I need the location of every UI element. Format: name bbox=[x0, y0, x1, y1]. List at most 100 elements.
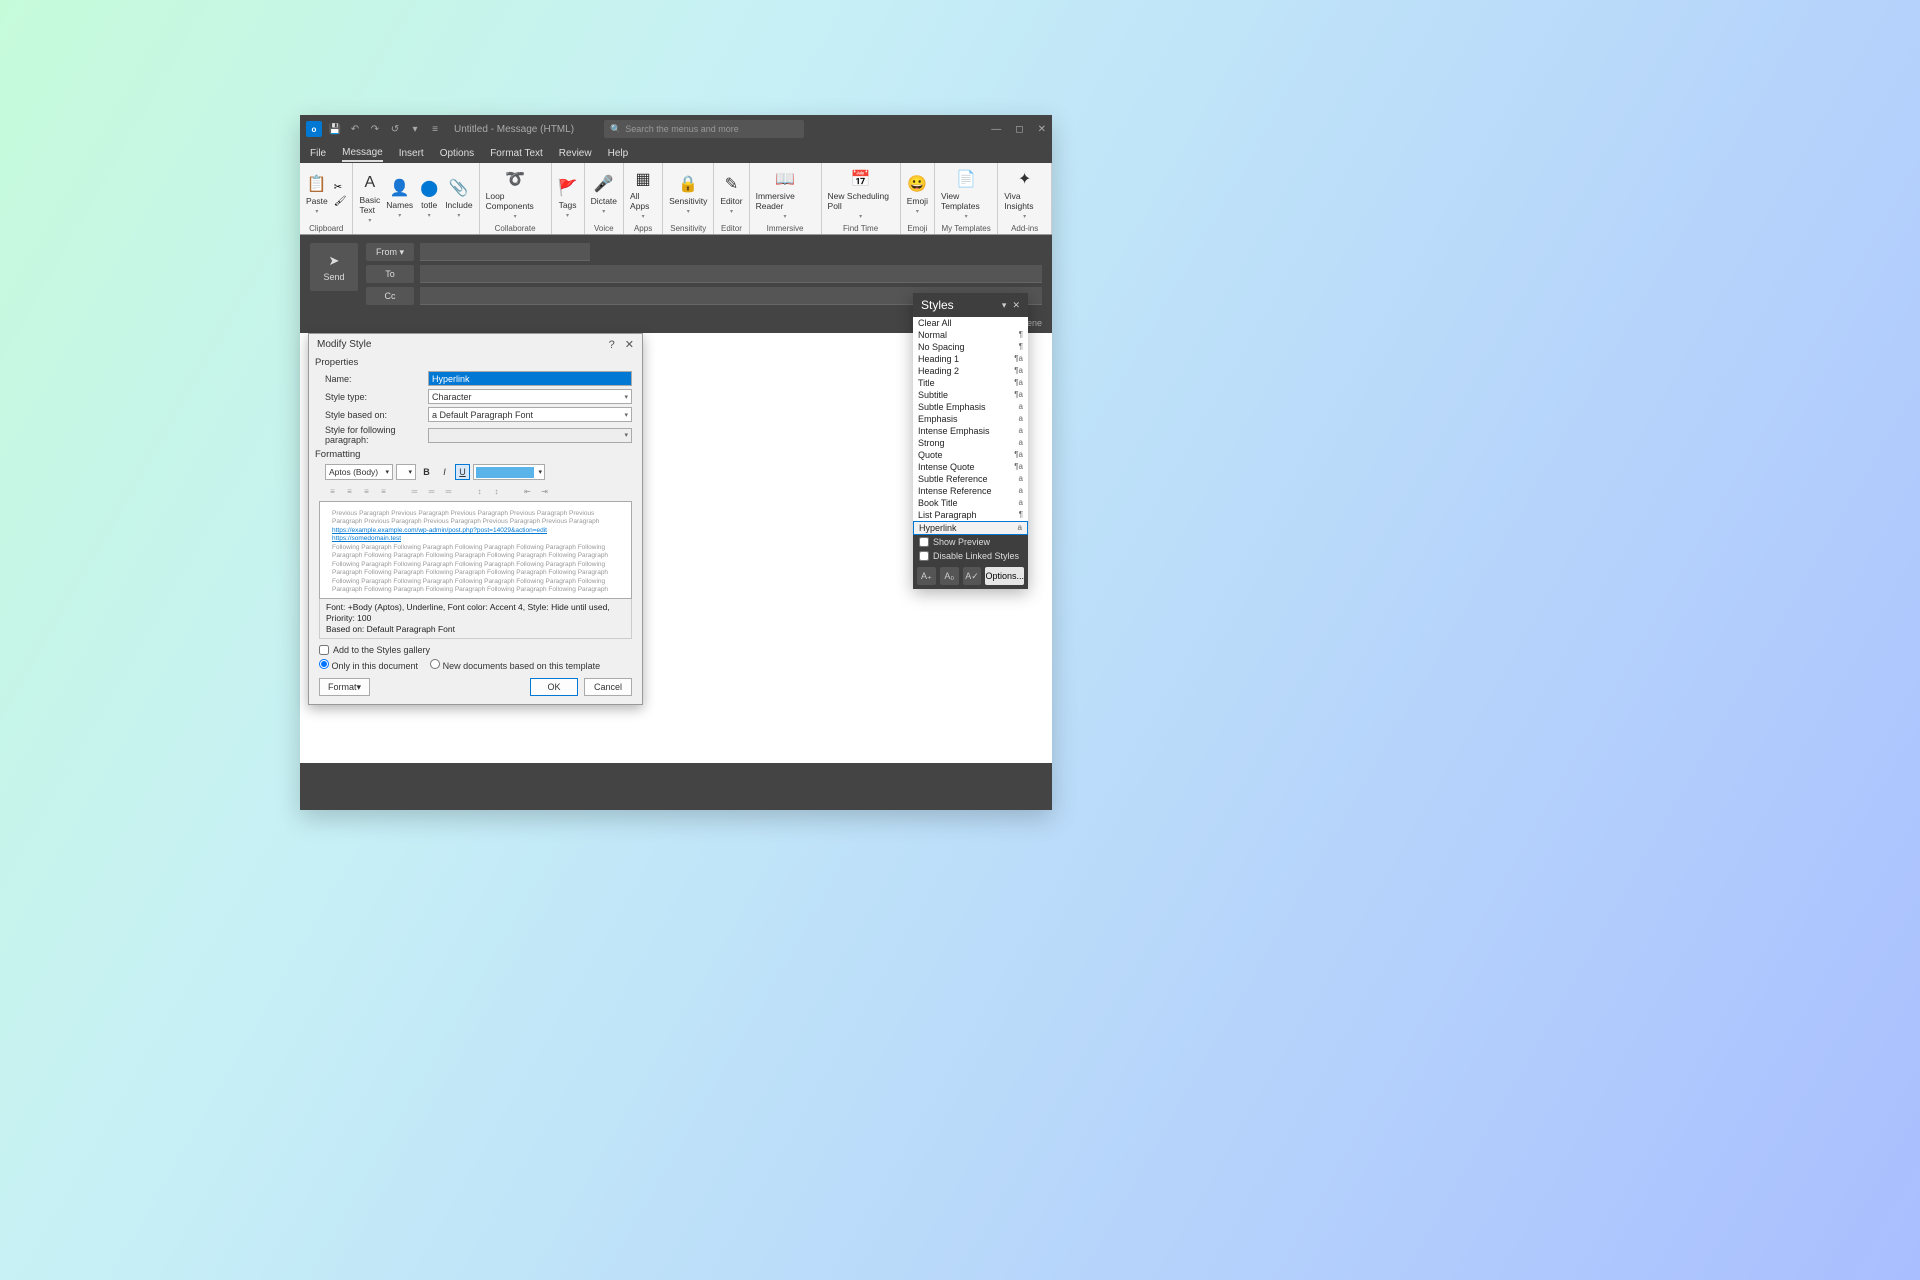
dialog-close-button[interactable]: ✕ bbox=[625, 338, 634, 351]
options-button[interactable]: Options... bbox=[985, 567, 1024, 585]
ribbon-editor[interactable]: ✎Editor▾ bbox=[720, 174, 742, 215]
space-before-button[interactable]: ↕ bbox=[472, 484, 487, 498]
font-select[interactable]: Aptos (Body)▾ bbox=[325, 464, 393, 480]
bold-button[interactable]: B bbox=[419, 464, 434, 480]
style-item-list-paragraph[interactable]: List Paragraph¶ bbox=[913, 509, 1028, 521]
underline-button[interactable]: U bbox=[455, 464, 470, 480]
manage-styles-button[interactable]: A✓ bbox=[963, 567, 982, 585]
spacing-1.5-button[interactable]: ═ bbox=[424, 484, 439, 498]
tab-file[interactable]: File bbox=[310, 146, 326, 161]
close-button[interactable]: ✕ bbox=[1038, 124, 1046, 135]
style-type-select[interactable]: Character▾ bbox=[428, 389, 632, 404]
dropdown-icon[interactable]: ▾ bbox=[408, 122, 422, 136]
format-button[interactable]: Format ▾ bbox=[319, 678, 370, 696]
ribbon-sensitivity[interactable]: 🔒Sensitivity▾ bbox=[669, 174, 707, 215]
properties-section-label: Properties bbox=[309, 355, 642, 370]
style-item-hyperlink[interactable]: Hyperlinka bbox=[913, 521, 1028, 535]
style-item-title[interactable]: Title¶a bbox=[913, 377, 1028, 389]
ribbon-basic-text[interactable]: ABasic Text▾ bbox=[359, 173, 380, 224]
chevron-down-icon[interactable]: ▾ bbox=[1002, 300, 1007, 311]
style-item-no-spacing[interactable]: No Spacing¶ bbox=[913, 341, 1028, 353]
style-item-heading-2[interactable]: Heading 2¶a bbox=[913, 365, 1028, 377]
ribbon-dictate[interactable]: 🎤Dictate▾ bbox=[591, 174, 617, 215]
from-input[interactable] bbox=[420, 243, 590, 261]
from-button[interactable]: From ▾ bbox=[366, 243, 414, 261]
style-item-subtle-reference[interactable]: Subtle Referencea bbox=[913, 473, 1028, 485]
name-input[interactable]: Hyperlink bbox=[428, 371, 632, 386]
align-left-button[interactable]: ≡ bbox=[325, 484, 340, 498]
style-item-subtitle[interactable]: Subtitle¶a bbox=[913, 389, 1028, 401]
style-item-clear-all[interactable]: Clear All bbox=[913, 317, 1028, 329]
ribbon-side-button[interactable]: 🖌 bbox=[334, 196, 347, 207]
style-item-heading-1[interactable]: Heading 1¶a bbox=[913, 353, 1028, 365]
based-on-select[interactable]: a Default Paragraph Font▾ bbox=[428, 407, 632, 422]
align-right-button[interactable]: ≡ bbox=[359, 484, 374, 498]
only-in-document-radio[interactable]: Only in this document bbox=[319, 659, 418, 671]
ribbon-search[interactable]: 🔍 Search the menus and more bbox=[604, 120, 804, 138]
ribbon-emoji[interactable]: 😀Emoji▾ bbox=[907, 174, 928, 215]
space-after-button[interactable]: ↕ bbox=[489, 484, 504, 498]
redo-icon[interactable]: ↷ bbox=[368, 122, 382, 136]
ribbon-loop-components[interactable]: ➰Loop Components▾ bbox=[486, 169, 545, 220]
ribbon-all-apps[interactable]: ▦All Apps▾ bbox=[630, 169, 656, 220]
ribbon-new-scheduling-poll[interactable]: 📅New Scheduling Poll▾ bbox=[828, 169, 894, 220]
styles-pane: Styles ▾ ✕ Clear AllNormal¶No Spacing¶He… bbox=[913, 293, 1028, 589]
close-icon[interactable]: ✕ bbox=[1012, 300, 1020, 311]
tab-review[interactable]: Review bbox=[559, 146, 592, 161]
add-to-gallery-checkbox[interactable]: Add to the Styles gallery bbox=[319, 645, 632, 655]
decrease-indent-button[interactable]: ⇤ bbox=[520, 484, 535, 498]
cancel-button[interactable]: Cancel bbox=[584, 678, 632, 696]
search-icon: 🔍 bbox=[610, 124, 621, 135]
spacing-2-button[interactable]: ═ bbox=[441, 484, 456, 498]
font-size-select[interactable]: ▾ bbox=[396, 464, 416, 480]
ribbon-side-button[interactable]: ✂ bbox=[334, 182, 347, 193]
tab-options[interactable]: Options bbox=[440, 146, 474, 161]
maximize-button[interactable]: ◻ bbox=[1015, 124, 1023, 135]
style-item-emphasis[interactable]: Emphasisa bbox=[913, 413, 1028, 425]
tab-help[interactable]: Help bbox=[608, 146, 629, 161]
tab-message[interactable]: Message bbox=[342, 145, 383, 162]
to-input[interactable] bbox=[420, 265, 1042, 283]
style-inspector-button[interactable]: A₀ bbox=[940, 567, 959, 585]
ribbon-viva-insights[interactable]: ✦Viva Insights▾ bbox=[1004, 169, 1045, 220]
tab-format-text[interactable]: Format Text bbox=[490, 146, 543, 161]
style-item-intense-quote[interactable]: Intense Quote¶a bbox=[913, 461, 1028, 473]
style-item-quote[interactable]: Quote¶a bbox=[913, 449, 1028, 461]
ribbon-include[interactable]: 📎Include▾ bbox=[445, 178, 472, 219]
cc-button[interactable]: Cc bbox=[366, 287, 414, 305]
style-item-intense-reference[interactable]: Intense Referencea bbox=[913, 485, 1028, 497]
ribbon-paste[interactable]: 📋Paste▾ bbox=[306, 174, 328, 215]
ribbon-immersive-reader[interactable]: 📖Immersive Reader▾ bbox=[756, 169, 815, 220]
new-documents-radio[interactable]: New documents based on this template bbox=[430, 659, 600, 671]
style-item-subtle-emphasis[interactable]: Subtle Emphasisa bbox=[913, 401, 1028, 413]
help-button[interactable]: ? bbox=[609, 339, 615, 351]
disable-linked-checkbox[interactable]: Disable Linked Styles bbox=[913, 549, 1028, 563]
minimize-button[interactable]: — bbox=[991, 124, 1001, 135]
style-item-book-title[interactable]: Book Titlea bbox=[913, 497, 1028, 509]
customize-icon[interactable]: ≡ bbox=[428, 122, 442, 136]
following-select[interactable]: ▾ bbox=[428, 428, 632, 443]
style-item-strong[interactable]: Stronga bbox=[913, 437, 1028, 449]
send-button[interactable]: ➤ Send bbox=[310, 243, 358, 291]
ribbon-view-templates[interactable]: 📄View Templates▾ bbox=[941, 169, 991, 220]
align-justify-button[interactable]: ≡ bbox=[376, 484, 391, 498]
spacing-1-button[interactable]: ═ bbox=[407, 484, 422, 498]
style-item-normal[interactable]: Normal¶ bbox=[913, 329, 1028, 341]
tab-insert[interactable]: Insert bbox=[399, 146, 424, 161]
to-button[interactable]: To bbox=[366, 265, 414, 283]
show-preview-checkbox[interactable]: Show Preview bbox=[913, 535, 1028, 549]
new-style-button[interactable]: A₊ bbox=[917, 567, 936, 585]
italic-button[interactable]: I bbox=[437, 464, 452, 480]
ribbon-totle[interactable]: ⬤totle▾ bbox=[419, 178, 439, 219]
forward-icon[interactable]: ↺ bbox=[388, 122, 402, 136]
align-center-button[interactable]: ≡ bbox=[342, 484, 357, 498]
increase-indent-button[interactable]: ⇥ bbox=[537, 484, 552, 498]
save-icon[interactable]: 💾 bbox=[328, 122, 342, 136]
ribbon-tags[interactable]: 🚩Tags▾ bbox=[558, 178, 578, 219]
style-item-intense-emphasis[interactable]: Intense Emphasisa bbox=[913, 425, 1028, 437]
ok-button[interactable]: OK bbox=[530, 678, 578, 696]
font-color-select[interactable]: ▾ bbox=[473, 464, 545, 480]
ribbon-group: ➰Loop Components▾Collaborate bbox=[480, 163, 552, 234]
undo-icon[interactable]: ↶ bbox=[348, 122, 362, 136]
ribbon-names[interactable]: 👤Names▾ bbox=[386, 178, 413, 219]
